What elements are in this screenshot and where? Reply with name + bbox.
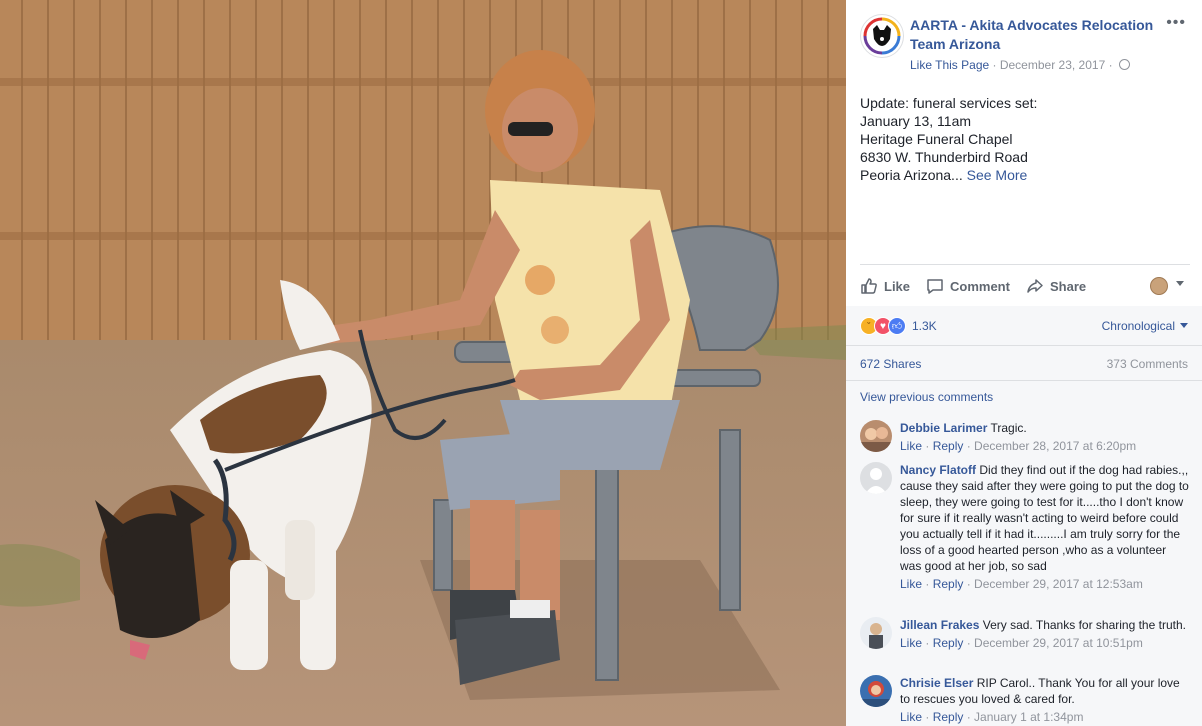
comment-time[interactable]: December 29, 2017 at 10:51pm bbox=[974, 636, 1143, 650]
commenter-name[interactable]: Nancy Flatoff bbox=[900, 463, 976, 477]
default-avatar-icon bbox=[860, 462, 892, 494]
post-last-line: Peoria Arizona... bbox=[860, 167, 963, 183]
comment-time[interactable]: December 28, 2017 at 6:20pm bbox=[974, 439, 1136, 453]
comment-reply-link[interactable]: Reply bbox=[933, 439, 964, 453]
comment-like-link[interactable]: Like bbox=[900, 710, 922, 724]
like-page-link[interactable]: Like This Page bbox=[910, 58, 989, 72]
avatar-photo-icon bbox=[860, 675, 892, 707]
comment-time[interactable]: January 1 at 1:34pm bbox=[974, 710, 1083, 724]
share-label: Share bbox=[1050, 278, 1087, 294]
commenter-name[interactable]: Jillean Frakes bbox=[900, 618, 979, 632]
comment-reply-link[interactable]: Reply bbox=[933, 710, 964, 724]
see-more-link[interactable]: See More bbox=[967, 167, 1028, 183]
photo-illustration bbox=[0, 0, 846, 726]
post-meta: Like This Page · December 23, 2017 · bbox=[910, 58, 1130, 72]
comment-icon bbox=[927, 279, 943, 294]
meta-separator: · bbox=[989, 58, 1000, 72]
post-text: Update: funeral services set: January 13… bbox=[860, 94, 1180, 184]
post-line: January 13, 11am bbox=[860, 113, 972, 129]
comment-like-link[interactable]: Like bbox=[900, 636, 922, 650]
reaction-summary[interactable]: ˘ ♥ 👍︎ 1.3K bbox=[860, 316, 937, 336]
reaction-count[interactable]: 1.3K bbox=[912, 319, 937, 333]
comment-text: Very sad. Thanks for sharing the truth. bbox=[982, 618, 1186, 632]
view-previous-comments-link[interactable]: View previous comments bbox=[860, 390, 993, 404]
page-name[interactable]: AARTA - Akita Advocates Relocation Team … bbox=[910, 16, 1160, 54]
post-line: Heritage Funeral Chapel bbox=[860, 131, 1013, 147]
comment-reply-link[interactable]: Reply bbox=[933, 636, 964, 650]
post-actions: Like Comment Share bbox=[860, 275, 1190, 297]
thumbs-up-icon bbox=[861, 278, 877, 294]
meta-dot: · bbox=[1105, 58, 1116, 72]
chevron-down-icon[interactable] bbox=[1176, 281, 1184, 286]
sort-label: Chronological bbox=[1101, 319, 1175, 333]
like-icon: 👍︎ bbox=[888, 317, 906, 335]
comment-text: Did they find out if the dog had rabies.… bbox=[900, 463, 1189, 573]
avatar-photo-icon bbox=[860, 420, 892, 452]
comment-label: Comment bbox=[950, 278, 1010, 294]
post-photo[interactable] bbox=[0, 0, 846, 726]
post-line-last: Peoria Arizona... See More bbox=[860, 166, 1180, 184]
commenter-avatar[interactable] bbox=[860, 420, 892, 452]
globe-icon bbox=[1118, 59, 1130, 70]
comment-like-link[interactable]: Like bbox=[900, 577, 922, 591]
divider bbox=[860, 264, 1190, 265]
like-label: Like bbox=[884, 278, 911, 294]
comment-text: Tragic. bbox=[990, 421, 1027, 435]
post-line: Update: funeral services set: bbox=[860, 95, 1038, 111]
page-avatar[interactable] bbox=[860, 14, 904, 58]
divider bbox=[846, 345, 1202, 346]
comment-time[interactable]: December 29, 2017 at 12:53am bbox=[974, 577, 1143, 591]
post-date[interactable]: December 23, 2017 bbox=[1000, 58, 1105, 72]
commenter-name[interactable]: Chrisie Elser bbox=[900, 676, 973, 690]
comment-like-link[interactable]: Like bbox=[900, 439, 922, 453]
more-options-icon[interactable]: ••• bbox=[1166, 14, 1186, 32]
comment-sort-dropdown[interactable]: Chronological bbox=[1102, 319, 1188, 333]
comment-button[interactable]: Comment bbox=[926, 275, 1010, 297]
comments-count[interactable]: 373 Comments bbox=[1107, 357, 1188, 371]
commenter-avatar[interactable] bbox=[860, 462, 892, 494]
akita-logo-icon bbox=[862, 16, 902, 56]
post-details-panel: AARTA - Akita Advocates Relocation Team … bbox=[846, 0, 1202, 726]
commenter-name[interactable]: Debbie Larimer bbox=[900, 421, 987, 435]
viewer-avatar[interactable] bbox=[1150, 277, 1168, 295]
divider bbox=[846, 380, 1202, 381]
chevron-down-icon bbox=[1180, 323, 1188, 328]
avatar-photo-icon bbox=[860, 617, 892, 649]
commenter-avatar[interactable] bbox=[860, 617, 892, 649]
share-icon bbox=[1027, 279, 1043, 293]
commenter-avatar[interactable] bbox=[860, 675, 892, 707]
post-line: 6830 W. Thunderbird Road bbox=[860, 149, 1028, 165]
like-button[interactable]: Like bbox=[860, 275, 910, 297]
shares-count[interactable]: 672 Shares bbox=[860, 357, 921, 371]
share-button[interactable]: Share bbox=[1026, 275, 1086, 297]
comment-reply-link[interactable]: Reply bbox=[933, 577, 964, 591]
